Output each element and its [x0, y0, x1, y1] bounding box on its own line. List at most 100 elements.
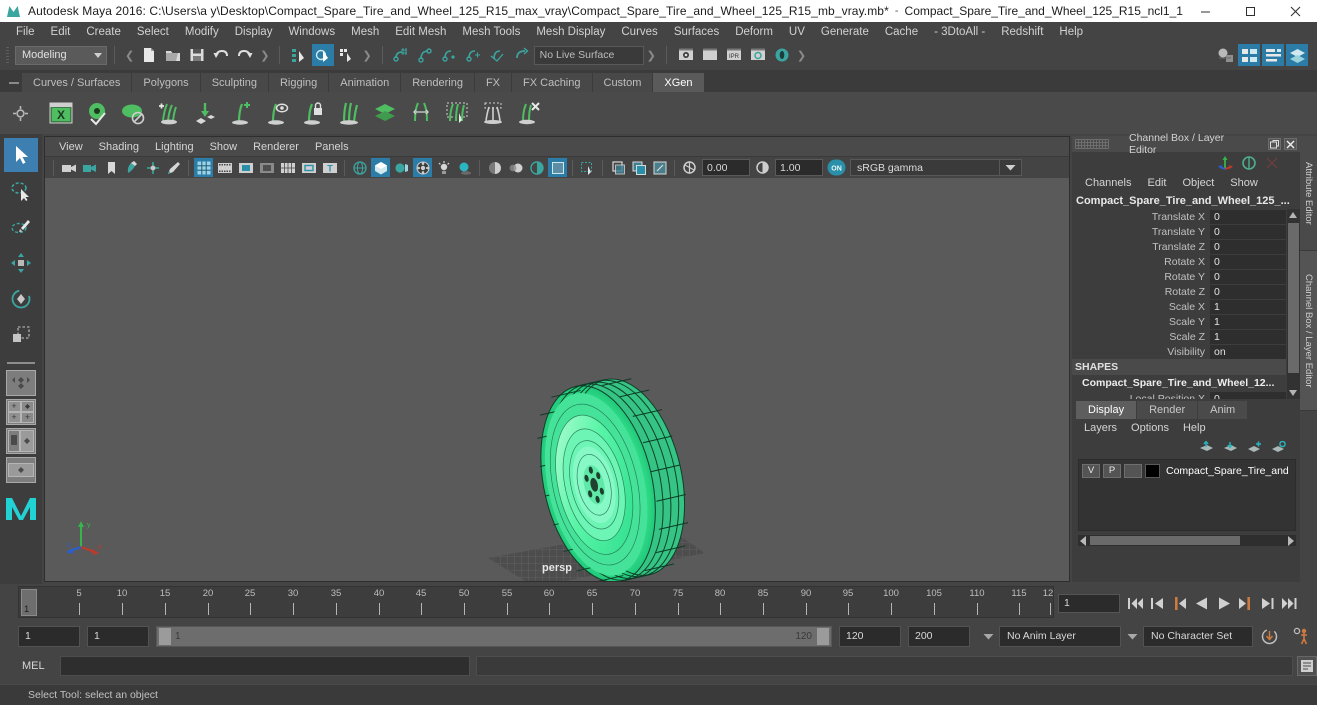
- attribute-editor-toggle-icon[interactable]: [1262, 44, 1284, 66]
- animation-end-time-field[interactable]: 200: [908, 625, 970, 647]
- safe-action-icon[interactable]: [299, 158, 318, 177]
- attribute-row[interactable]: Scale Z 1: [1072, 329, 1300, 344]
- lock-camera-icon[interactable]: [80, 158, 99, 177]
- menu-mesh-tools[interactable]: Mesh Tools: [454, 24, 528, 40]
- layer-color-swatch[interactable]: [1145, 463, 1160, 478]
- snap-grid-icon[interactable]: [391, 44, 413, 66]
- xray-active-components-icon[interactable]: [650, 158, 669, 177]
- motion-blur-icon[interactable]: [506, 158, 525, 177]
- move-layer-down-icon[interactable]: [1223, 441, 1238, 454]
- xgen-clump-icon[interactable]: [476, 96, 510, 130]
- shelf-tab-sculpting[interactable]: Sculpting: [200, 73, 269, 92]
- grid-icon[interactable]: [194, 158, 213, 177]
- expand-arrow-icon[interactable]: ❯: [362, 49, 371, 62]
- shelf-tab-rigging[interactable]: Rigging: [268, 73, 330, 92]
- go-to-end-icon[interactable]: [1280, 594, 1299, 613]
- channel-box-toggle-icon[interactable]: [1238, 44, 1260, 66]
- gamma-icon[interactable]: [753, 158, 772, 177]
- statusline-grip[interactable]: [4, 45, 12, 65]
- render-sequence-icon[interactable]: [747, 44, 769, 66]
- attribute-value[interactable]: 0: [1210, 224, 1286, 239]
- display-layer-list[interactable]: V P Compact_Spare_Tire_and: [1078, 459, 1296, 531]
- menu-create[interactable]: Create: [78, 24, 129, 40]
- shelf-options-gear-icon[interactable]: [0, 92, 40, 134]
- viewport-menu-renderer[interactable]: Renderer: [245, 140, 307, 154]
- new-layer-from-selected-icon[interactable]: [1271, 440, 1286, 454]
- tab-attribute-editor[interactable]: Attribute Editor: [1300, 136, 1317, 251]
- menu-modify[interactable]: Modify: [177, 24, 227, 40]
- menu-edit[interactable]: Edit: [43, 24, 79, 40]
- xgen-length-icon[interactable]: [404, 96, 438, 130]
- scroll-down-icon[interactable]: [1289, 390, 1297, 396]
- tab-display-layers[interactable]: Display: [1076, 401, 1137, 419]
- redo-icon[interactable]: [234, 44, 256, 66]
- close-button[interactable]: [1273, 0, 1317, 22]
- render-settings-icon[interactable]: [771, 44, 793, 66]
- layer-menu-help[interactable]: Help: [1176, 422, 1213, 434]
- persp-graph-layout[interactable]: [6, 457, 36, 483]
- layer-visibility-toggle[interactable]: V: [1082, 463, 1100, 478]
- select-tool[interactable]: [4, 138, 38, 172]
- gamma-field[interactable]: 1.00: [775, 159, 823, 176]
- smooth-shade-all-icon[interactable]: [371, 158, 390, 177]
- wireframe-icon[interactable]: [350, 158, 369, 177]
- attribute-row[interactable]: Rotate X 0: [1072, 254, 1300, 269]
- rotate-tool[interactable]: [4, 282, 38, 316]
- attribute-row[interactable]: Rotate Z 0: [1072, 284, 1300, 299]
- expand-arrow-icon[interactable]: ❯: [797, 49, 806, 62]
- shelf-tab-xgen[interactable]: XGen: [653, 73, 705, 92]
- xgen-add-guide-icon[interactable]: [224, 96, 258, 130]
- attribute-row[interactable]: Translate Z 0: [1072, 239, 1300, 254]
- layer-list-horizontal-scrollbar[interactable]: [1078, 535, 1296, 546]
- channel-box-scrollbar[interactable]: [1287, 209, 1300, 399]
- expand-arrow-icon[interactable]: ❯: [260, 49, 269, 62]
- attribute-row[interactable]: Translate Y 0: [1072, 224, 1300, 239]
- xray-joints-icon[interactable]: [629, 158, 648, 177]
- menu-help[interactable]: Help: [1051, 24, 1091, 40]
- menu-3dtoall[interactable]: - 3DtoAll -: [926, 24, 993, 40]
- viewport-menu-view[interactable]: View: [51, 140, 91, 154]
- attribute-row[interactable]: Local Position X 0: [1072, 391, 1300, 399]
- render-view-icon[interactable]: [675, 44, 697, 66]
- shelf-tab-custom[interactable]: Custom: [592, 73, 654, 92]
- open-scene-icon[interactable]: [162, 44, 184, 66]
- scrollbar-thumb[interactable]: [1288, 223, 1299, 373]
- select-hierarchy-icon[interactable]: [288, 44, 310, 66]
- xgen-window-icon[interactable]: X: [44, 96, 78, 130]
- viewport-menu-show[interactable]: Show: [202, 140, 246, 154]
- menu-mesh[interactable]: Mesh: [343, 24, 387, 40]
- menuset-selector[interactable]: Modeling: [15, 45, 107, 65]
- select-component-icon[interactable]: [336, 44, 358, 66]
- step-back-keyframe-icon[interactable]: [1148, 594, 1167, 613]
- menu-cache[interactable]: Cache: [877, 24, 926, 40]
- character-set-dropdown-icon[interactable]: [1124, 626, 1140, 647]
- layer-menu-layers[interactable]: Layers: [1077, 422, 1124, 434]
- ipr-render-icon[interactable]: IPR: [723, 44, 745, 66]
- lasso-select-tool[interactable]: [4, 174, 38, 208]
- single-pane-layout[interactable]: [6, 370, 36, 396]
- go-to-start-icon[interactable]: [1126, 594, 1145, 613]
- character-set-selector[interactable]: No Character Set: [1143, 625, 1253, 647]
- panel-grip[interactable]: [1075, 139, 1109, 149]
- new-layer-icon[interactable]: [1247, 441, 1262, 454]
- menu-deform[interactable]: Deform: [727, 24, 781, 40]
- scrollbar-thumb[interactable]: [1090, 536, 1240, 545]
- xgen-layers-icon[interactable]: [368, 96, 402, 130]
- new-scene-icon[interactable]: [138, 44, 160, 66]
- save-scene-icon[interactable]: [186, 44, 208, 66]
- layer-display-type-toggle[interactable]: [1124, 463, 1142, 478]
- viewport-menu-lighting[interactable]: Lighting: [147, 140, 202, 154]
- collapse-arrow-icon[interactable]: ❮: [125, 49, 134, 62]
- attribute-value[interactable]: 0: [1210, 284, 1286, 299]
- menu-select[interactable]: Select: [129, 24, 177, 40]
- depth-of-field-icon[interactable]: [548, 158, 567, 177]
- 2d-pan-zoom-icon[interactable]: [143, 158, 162, 177]
- scroll-left-icon[interactable]: [1080, 535, 1086, 546]
- undo-icon[interactable]: [210, 44, 232, 66]
- snap-point-icon[interactable]: [439, 44, 461, 66]
- layer-editor-toggle-icon[interactable]: [1286, 44, 1308, 66]
- snap-view-plane-icon[interactable]: [487, 44, 509, 66]
- channel-box-menu-show[interactable]: Show: [1223, 177, 1265, 189]
- attribute-value[interactable]: 1: [1210, 329, 1286, 344]
- range-start-handle[interactable]: [159, 627, 171, 645]
